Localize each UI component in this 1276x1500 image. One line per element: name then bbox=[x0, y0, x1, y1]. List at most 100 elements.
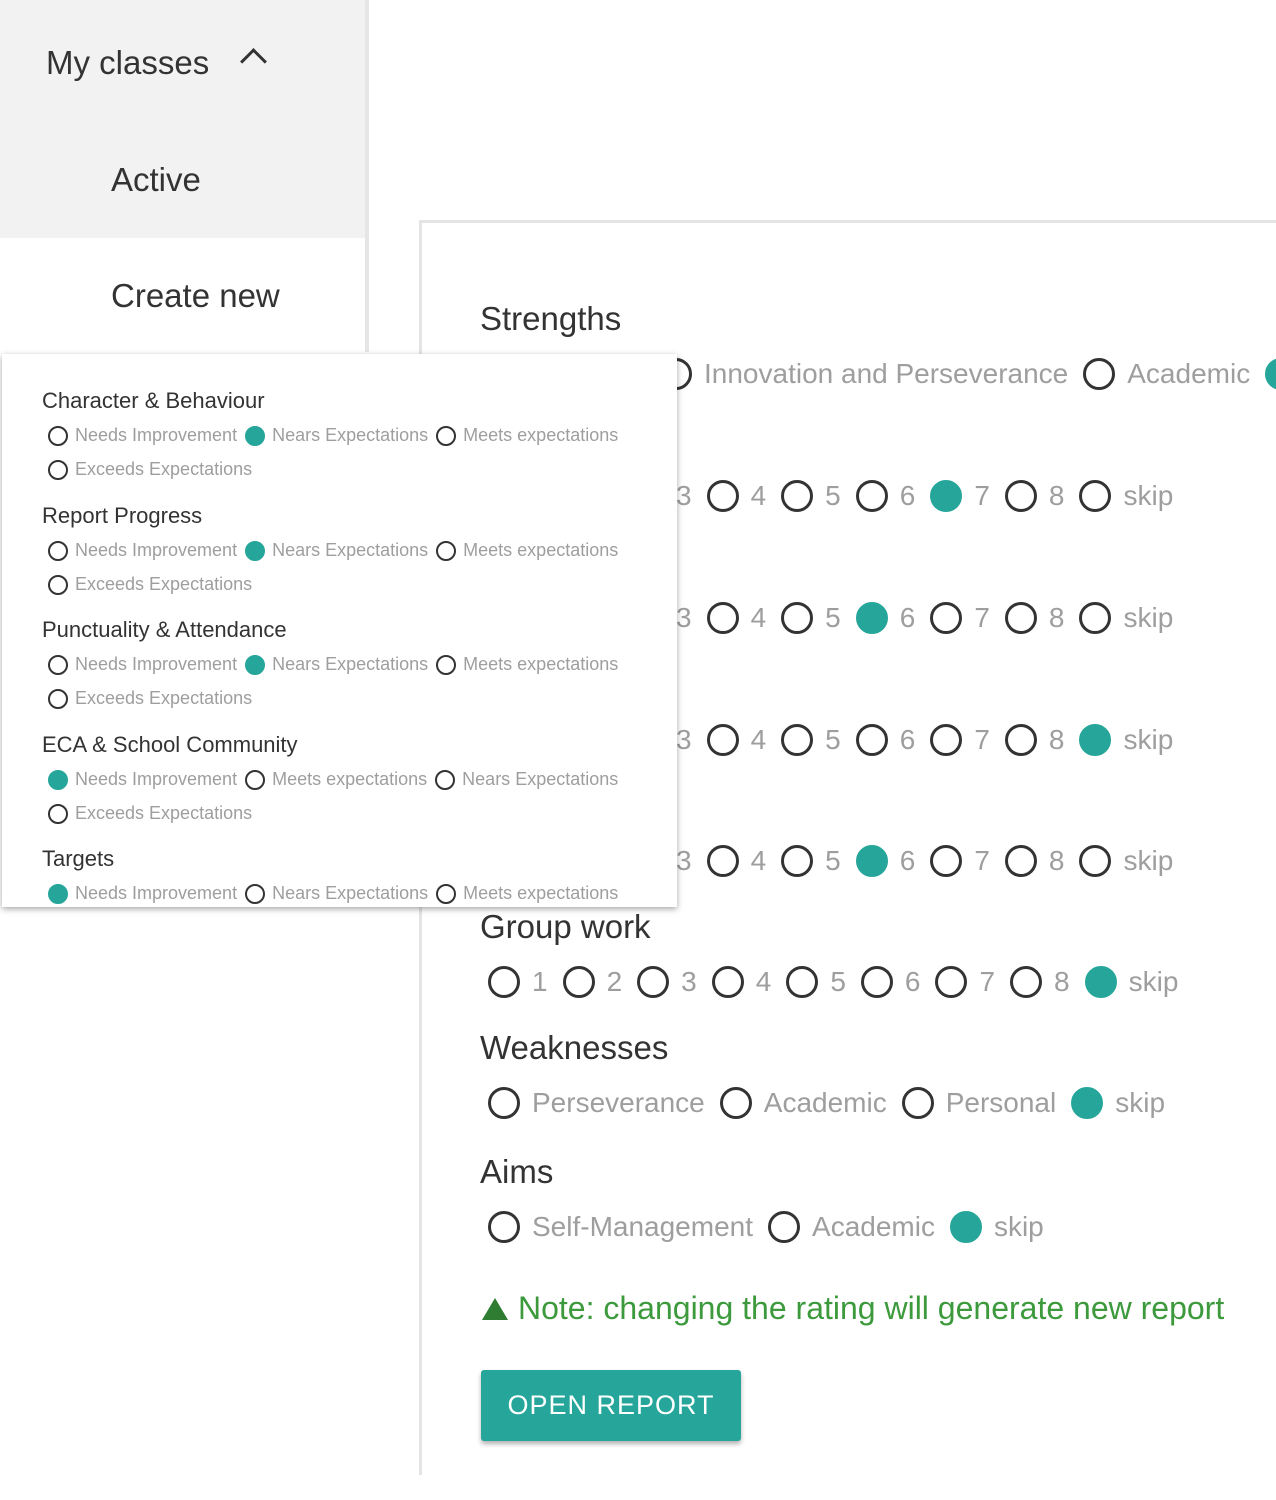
radio-label[interactable]: Exceeds Expectations bbox=[75, 803, 252, 824]
radio-button[interactable] bbox=[245, 769, 266, 790]
open-report-button[interactable]: OPEN REPORT bbox=[481, 1370, 741, 1441]
radio-label[interactable]: 6 bbox=[900, 845, 916, 877]
radio-label[interactable]: 7 bbox=[974, 602, 990, 634]
radio-label[interactable]: 4 bbox=[756, 966, 772, 998]
radio-label[interactable]: 4 bbox=[751, 602, 767, 634]
radio-button[interactable] bbox=[48, 459, 68, 480]
radio-label[interactable]: 4 bbox=[751, 480, 767, 512]
radio-label[interactable]: 3 bbox=[676, 724, 692, 756]
radio-label[interactable]: Needs Improvement bbox=[75, 425, 237, 446]
radio-label[interactable]: 3 bbox=[681, 966, 697, 998]
radio-button[interactable] bbox=[711, 966, 744, 998]
radio-label[interactable]: 5 bbox=[825, 724, 841, 756]
radio-label[interactable]: Perseverance bbox=[532, 1087, 705, 1119]
radio-button[interactable] bbox=[719, 1087, 752, 1119]
radio-button[interactable] bbox=[1004, 602, 1037, 634]
radio-button[interactable] bbox=[436, 425, 457, 446]
radio-button[interactable] bbox=[245, 654, 266, 675]
my-classes-toggle[interactable]: My classes bbox=[46, 44, 209, 82]
radio-label[interactable]: 3 bbox=[676, 480, 692, 512]
radio-button[interactable] bbox=[48, 425, 68, 446]
radio-button[interactable] bbox=[706, 724, 739, 756]
radio-label[interactable]: skip bbox=[1123, 724, 1173, 756]
radio-button[interactable] bbox=[637, 966, 670, 998]
radio-label[interactable]: 6 bbox=[900, 480, 916, 512]
radio-label[interactable]: Meets expectations bbox=[272, 769, 427, 790]
radio-label[interactable]: 3 bbox=[676, 845, 692, 877]
radio-label[interactable]: 8 bbox=[1049, 602, 1065, 634]
radio-button[interactable] bbox=[781, 602, 814, 634]
radio-button[interactable] bbox=[786, 966, 819, 998]
radio-label[interactable]: Exceeds Expectations bbox=[75, 459, 252, 480]
radio-button[interactable] bbox=[436, 654, 457, 675]
radio-label[interactable]: Nears Expectations bbox=[272, 654, 428, 675]
radio-button[interactable] bbox=[436, 883, 457, 904]
radio-button[interactable] bbox=[1079, 602, 1112, 634]
radio-button[interactable] bbox=[562, 966, 595, 998]
radio-button[interactable] bbox=[1071, 1087, 1104, 1119]
radio-label[interactable]: Nears Expectations bbox=[272, 425, 428, 446]
radio-button[interactable] bbox=[245, 883, 266, 904]
radio-label[interactable]: Academic bbox=[1127, 358, 1250, 390]
radio-button[interactable] bbox=[48, 883, 68, 904]
radio-button[interactable] bbox=[48, 688, 68, 709]
radio-label[interactable]: 8 bbox=[1049, 480, 1065, 512]
radio-button[interactable] bbox=[245, 425, 266, 446]
radio-label[interactable]: Exceeds Expectations bbox=[75, 574, 252, 595]
radio-label[interactable]: 5 bbox=[825, 602, 841, 634]
sidebar-item-create-new[interactable]: Create new bbox=[111, 277, 280, 315]
radio-button[interactable] bbox=[48, 769, 68, 790]
radio-button[interactable] bbox=[1084, 966, 1117, 998]
radio-label[interactable]: Personal bbox=[946, 1087, 1057, 1119]
radio-button[interactable] bbox=[1079, 845, 1112, 877]
radio-button[interactable] bbox=[768, 1211, 801, 1243]
radio-label[interactable]: 7 bbox=[979, 966, 995, 998]
radio-label[interactable]: 2 bbox=[607, 966, 623, 998]
radio-button[interactable] bbox=[488, 966, 520, 998]
radio-label[interactable]: 8 bbox=[1049, 724, 1065, 756]
radio-button[interactable] bbox=[901, 1087, 934, 1119]
radio-button[interactable] bbox=[48, 654, 68, 675]
radio-label[interactable]: 3 bbox=[676, 602, 692, 634]
radio-label[interactable]: Exceeds Expectations bbox=[75, 688, 252, 709]
radio-button[interactable] bbox=[245, 540, 266, 561]
radio-label[interactable]: Innovation and Perseverance bbox=[704, 358, 1068, 390]
radio-label[interactable]: Meets expectations bbox=[463, 654, 618, 675]
radio-button[interactable] bbox=[706, 602, 739, 634]
radio-label[interactable]: Meets expectations bbox=[463, 540, 618, 561]
radio-label[interactable]: skip bbox=[1123, 845, 1173, 877]
radio-label[interactable]: Meets expectations bbox=[463, 425, 618, 446]
radio-label[interactable]: 5 bbox=[830, 966, 846, 998]
radio-button[interactable] bbox=[781, 480, 814, 512]
radio-label[interactable]: Needs Improvement bbox=[75, 540, 237, 561]
radio-label[interactable]: 4 bbox=[751, 724, 767, 756]
radio-button[interactable] bbox=[488, 1211, 520, 1243]
radio-label[interactable]: 4 bbox=[751, 845, 767, 877]
radio-label[interactable]: Self-Management bbox=[532, 1211, 753, 1243]
radio-button[interactable] bbox=[488, 1087, 520, 1119]
radio-label[interactable]: Academic bbox=[812, 1211, 935, 1243]
radio-button[interactable] bbox=[860, 966, 893, 998]
radio-label[interactable]: 8 bbox=[1049, 845, 1065, 877]
radio-label[interactable]: Nears Expectations bbox=[272, 883, 428, 904]
radio-label[interactable]: skip bbox=[1115, 1087, 1165, 1119]
radio-label[interactable]: Meets expectations bbox=[463, 883, 618, 904]
radio-label[interactable]: Needs Improvement bbox=[75, 654, 237, 675]
radio-label[interactable]: Nears Expectations bbox=[462, 769, 618, 790]
radio-label[interactable]: skip bbox=[994, 1211, 1044, 1243]
radio-label[interactable]: Needs Improvement bbox=[75, 883, 237, 904]
radio-button[interactable] bbox=[1083, 358, 1116, 390]
radio-label[interactable]: 6 bbox=[900, 724, 916, 756]
radio-button[interactable] bbox=[48, 540, 68, 561]
radio-label[interactable]: Nears Expectations bbox=[272, 540, 428, 561]
radio-button[interactable] bbox=[781, 845, 814, 877]
radio-button[interactable] bbox=[781, 724, 814, 756]
radio-button[interactable] bbox=[930, 845, 963, 877]
radio-button[interactable] bbox=[855, 602, 888, 634]
radio-button[interactable] bbox=[1004, 480, 1037, 512]
radio-button[interactable] bbox=[1079, 480, 1112, 512]
radio-label[interactable]: 1 bbox=[532, 966, 548, 998]
radio-label[interactable]: 7 bbox=[974, 480, 990, 512]
radio-label[interactable]: 6 bbox=[905, 966, 921, 998]
radio-button[interactable] bbox=[1265, 358, 1276, 390]
